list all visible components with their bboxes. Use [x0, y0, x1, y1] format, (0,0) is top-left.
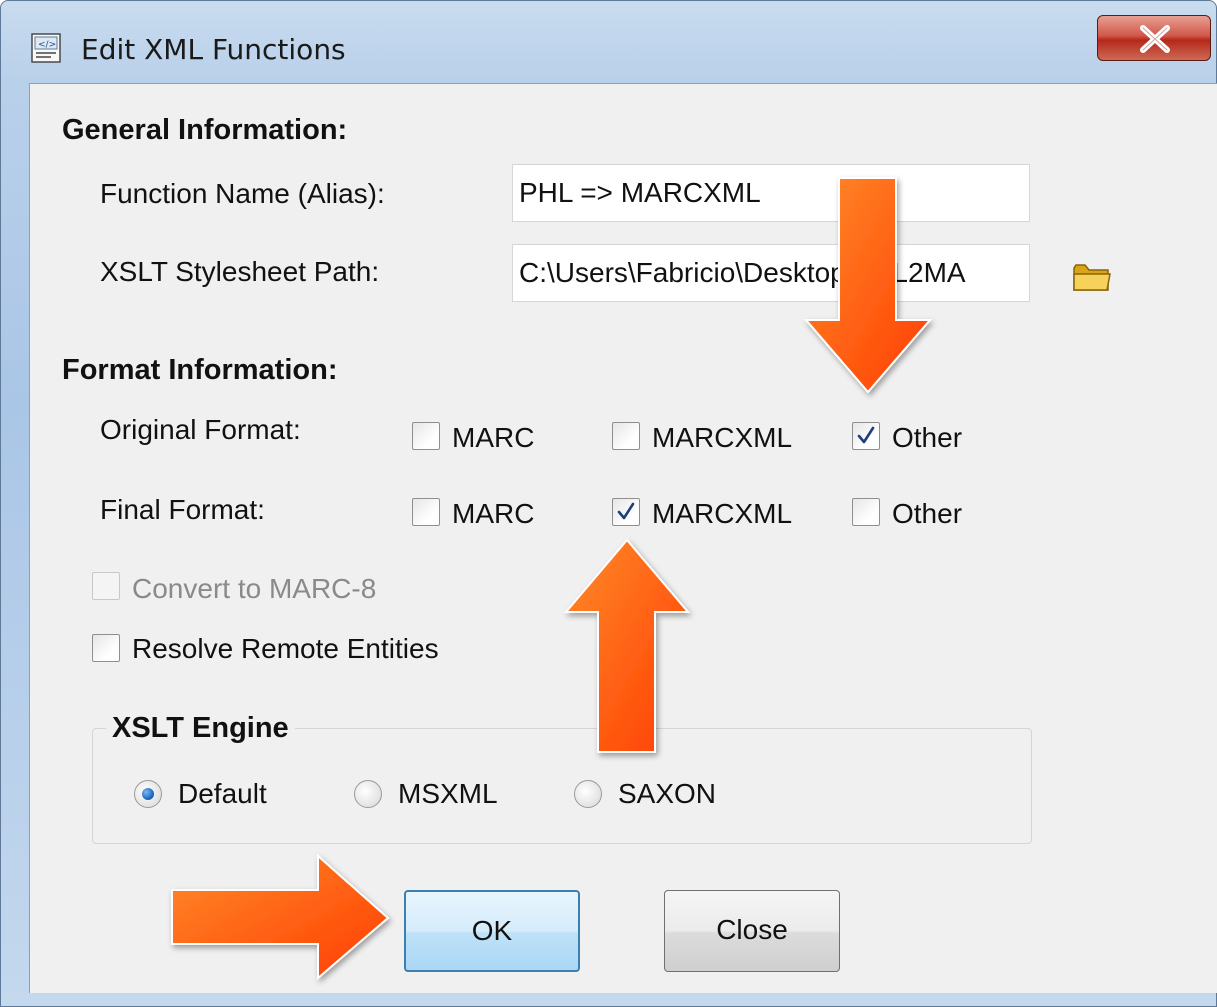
- original-marcxml-label: MARCXML: [652, 422, 793, 453]
- xml-window-icon: </>: [31, 33, 61, 63]
- engine-msxml-radio[interactable]: [354, 780, 382, 808]
- original-marc-label: MARC: [452, 422, 535, 453]
- final-marc-checkbox[interactable]: [412, 498, 440, 526]
- original-other-label: Other: [892, 422, 963, 453]
- original-marcxml-checkbox[interactable]: [612, 422, 640, 450]
- xslt-path-input[interactable]: C:\Users\Fabricio\Desktop\PHL2MA: [512, 244, 1030, 302]
- engine-default-label: Default: [178, 778, 267, 809]
- original-format-label: Original Format:: [100, 414, 301, 445]
- window-title: Edit XML Functions: [81, 33, 346, 66]
- folder-icon[interactable]: [1072, 260, 1112, 299]
- final-marcxml-label: MARCXML: [652, 498, 793, 529]
- engine-default-radio[interactable]: [134, 780, 162, 808]
- close-icon: [1140, 25, 1170, 53]
- dialog-body: General Information: Function Name (Alia…: [29, 83, 1217, 993]
- general-info-heading: General Information:: [62, 114, 348, 146]
- dialog-window: </> Edit XML Functions General Informati…: [0, 0, 1217, 1007]
- ok-button[interactable]: OK: [404, 890, 580, 972]
- resolve-entities-checkbox[interactable]: [92, 634, 120, 662]
- title-bar: </> Edit XML Functions: [1, 1, 1217, 83]
- convert-marc8-checkbox[interactable]: [92, 572, 120, 600]
- engine-saxon-radio[interactable]: [574, 780, 602, 808]
- radio-selected-dot: [142, 788, 154, 800]
- engine-saxon-label: SAXON: [618, 778, 717, 809]
- final-other-label: Other: [892, 498, 963, 529]
- xslt-engine-heading: XSLT Engine: [106, 712, 295, 745]
- final-format-label: Final Format:: [100, 494, 265, 525]
- resolve-entities-label: Resolve Remote Entities: [132, 633, 439, 664]
- original-marc-checkbox[interactable]: [412, 422, 440, 450]
- format-info-heading: Format Information:: [62, 354, 338, 386]
- function-name-input[interactable]: PHL => MARCXML: [512, 164, 1030, 222]
- checkmark-icon: [857, 426, 875, 444]
- original-other-checkbox[interactable]: [852, 422, 880, 450]
- engine-msxml-label: MSXML: [398, 778, 498, 809]
- final-marc-label: MARC: [452, 498, 535, 529]
- close-button[interactable]: Close: [664, 890, 840, 972]
- final-other-checkbox[interactable]: [852, 498, 880, 526]
- convert-marc8-label: Convert to MARC-8: [132, 573, 377, 604]
- final-marcxml-checkbox[interactable]: [612, 498, 640, 526]
- checkmark-icon: [617, 502, 635, 520]
- svg-text:</>: </>: [38, 40, 56, 50]
- xslt-path-label: XSLT Stylesheet Path:: [100, 256, 380, 287]
- window-close-button[interactable]: [1097, 15, 1211, 61]
- function-name-label: Function Name (Alias):: [100, 178, 385, 209]
